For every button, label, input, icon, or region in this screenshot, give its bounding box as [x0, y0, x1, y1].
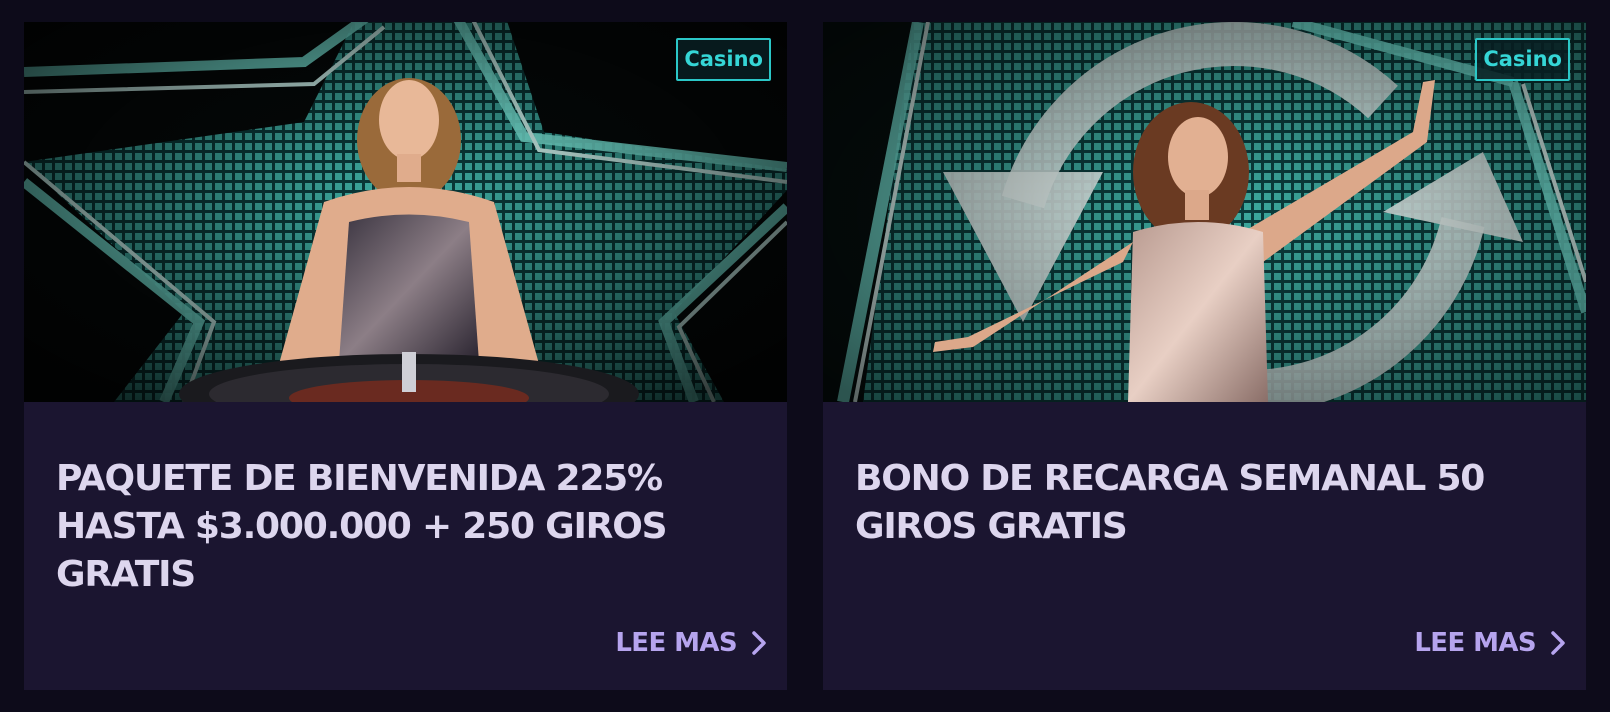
read-more-label: LEE MAS	[1414, 628, 1536, 658]
promo-title: PAQUETE DE BIENVENIDA 225% HASTA $3.000.…	[56, 458, 668, 595]
promo-card-weekly-reload[interactable]: Casino BONO DE RECARGA SEMANAL 50 GIROS …	[823, 22, 1586, 690]
promo-image-reload: Casino	[823, 22, 1586, 402]
category-badge: Casino	[676, 38, 771, 81]
promo-title: BONO DE RECARGA SEMANAL 50 GIROS GRATIS	[855, 458, 1485, 547]
promo-card-welcome-package[interactable]: Casino PAQUETE DE BIENVENIDA 225% HASTA …	[24, 22, 787, 690]
promo-image-welcome: Casino	[24, 22, 787, 402]
category-badge: Casino	[1475, 38, 1570, 81]
read-more-link[interactable]: LEE MAS	[1414, 628, 1566, 658]
chevron-right-icon	[752, 631, 766, 655]
star-roulette-illustration	[24, 22, 787, 402]
reload-arrows-illustration	[823, 22, 1586, 402]
chevron-right-icon	[1551, 631, 1565, 655]
read-more-link[interactable]: LEE MAS	[615, 628, 767, 658]
read-more-label: LEE MAS	[615, 628, 737, 658]
promotions-grid: Casino PAQUETE DE BIENVENIDA 225% HASTA …	[24, 22, 1586, 690]
